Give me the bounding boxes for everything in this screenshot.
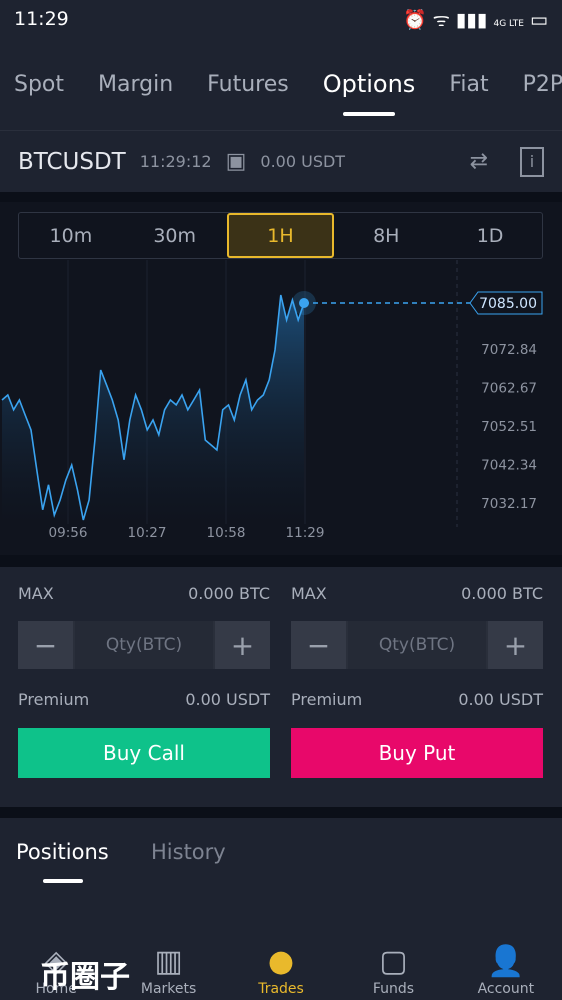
call-qty-input[interactable]: Qty(BTC) — [75, 621, 213, 669]
y-tick-label: 7032.17 — [481, 496, 537, 512]
call-max-value: 0.000 BTC — [188, 584, 270, 603]
info-icon[interactable]: i — [520, 146, 544, 177]
x-tick-label: 11:29 — [286, 525, 325, 541]
y-tick-label: 7072.84 — [481, 342, 537, 358]
pair-header: BTCUSDT 11:29:12 ▣ 0.00 USDT ⇄ i — [0, 130, 562, 192]
put-minus-button[interactable]: − — [291, 621, 346, 669]
y-tick-label: 7042.34 — [481, 458, 537, 474]
market-tabs: Spot Margin Futures Options Fiat P2P — [0, 38, 562, 130]
nav-account[interactable]: 👤 Account — [450, 930, 562, 1000]
price-chart[interactable]: 10m 30m 1H 8H 1D 7085.00 7072.84 7062.67 70… — [0, 202, 562, 555]
put-max-value: 0.000 BTC — [461, 584, 543, 603]
tab-history[interactable]: History — [151, 840, 226, 864]
put-plus-button[interactable]: + — [488, 621, 543, 669]
watermark-logo: 币圈子 — [40, 960, 130, 995]
nav-funds[interactable]: ▢ Funds — [337, 930, 449, 1000]
wallet-icon: ▢ — [379, 944, 408, 979]
call-premium-value: 0.00 USDT — [185, 690, 270, 709]
put-column: MAX 0.000 BTC − Qty(BTC) + Premium 0.00 US… — [291, 567, 543, 778]
account-icon: 👤 — [487, 944, 525, 979]
pair-symbol[interactable]: BTCUSDT — [18, 149, 126, 175]
tab-futures[interactable]: Futures — [207, 72, 289, 97]
put-qty-stepper: − Qty(BTC) + — [291, 621, 543, 669]
put-premium-value: 0.00 USDT — [458, 690, 543, 709]
call-premium-label: Premium — [18, 690, 90, 709]
x-tick-label: 10:27 — [128, 525, 167, 541]
buy-put-button[interactable]: Buy Put — [291, 728, 543, 778]
trades-icon: ● — [267, 944, 295, 979]
x-tick-label: 09:56 — [49, 525, 88, 541]
status-icons: ⏰ ᯤ ▮▮▮ 4G LTE ▭ — [402, 9, 548, 31]
trade-panel: MAX 0.000 BTC − Qty(BTC) + Premium 0.00 US… — [0, 567, 562, 807]
positions-section: Positions History — [0, 818, 562, 930]
tab-options[interactable]: Options — [323, 70, 415, 116]
put-qty-input[interactable]: Qty(BTC) — [348, 621, 486, 669]
call-minus-button[interactable]: − — [18, 621, 73, 669]
tab-spot[interactable]: Spot — [14, 72, 64, 97]
tab-fiat[interactable]: Fiat — [449, 72, 488, 97]
call-max-label: MAX — [18, 584, 54, 603]
put-max-label: MAX — [291, 584, 327, 603]
transfer-icon[interactable]: ⇄ — [470, 149, 488, 174]
wallet-icon: ▣ — [225, 149, 247, 174]
current-price-label: 7085.00 — [479, 296, 537, 312]
call-column: MAX 0.000 BTC − Qty(BTC) + Premium 0.00 US… — [18, 567, 270, 778]
nav-trades[interactable]: ● Trades — [225, 930, 337, 1000]
active-tab-indicator — [43, 879, 83, 883]
markets-icon: ▥ — [154, 944, 183, 979]
tab-margin[interactable]: Margin — [98, 72, 173, 97]
y-tick-label: 7052.51 — [481, 419, 537, 435]
tab-p2p[interactable]: P2P — [523, 72, 562, 97]
clock: 11:29 — [14, 8, 69, 30]
x-tick-label: 10:58 — [207, 525, 246, 541]
price-dot — [299, 298, 309, 308]
call-plus-button[interactable]: + — [215, 621, 270, 669]
balance: 0.00 USDT — [260, 152, 346, 171]
y-tick-label: 7062.67 — [481, 381, 537, 397]
pair-time: 11:29:12 — [139, 152, 212, 171]
put-premium-label: Premium — [291, 690, 363, 709]
tab-positions[interactable]: Positions — [16, 840, 109, 864]
status-bar: 11:29 ⏰ ᯤ ▮▮▮ 4G LTE ▭ — [0, 0, 562, 38]
buy-call-button[interactable]: Buy Call — [18, 728, 270, 778]
call-qty-stepper: − Qty(BTC) + — [18, 621, 270, 669]
chart-svg: 7085.00 7072.84 7062.67 7052.51 7042.34 7032.… — [1, 260, 543, 541]
